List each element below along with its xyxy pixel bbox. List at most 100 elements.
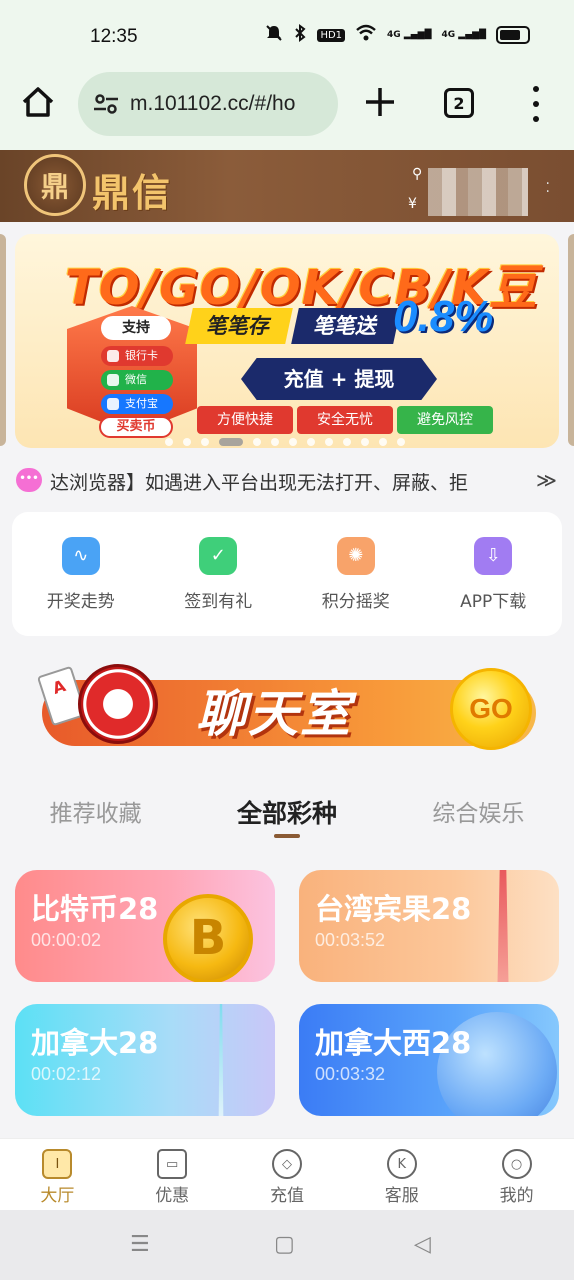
carousel-dot[interactable] — [307, 438, 315, 446]
nav-recharge[interactable]: ◇ 充值 — [230, 1139, 345, 1210]
tab-switcher-button[interactable]: 2 — [444, 88, 474, 118]
carousel-dot[interactable] — [219, 438, 243, 446]
bank-card-pill: 银行卡 — [101, 346, 173, 366]
cn-tower-icon — [218, 1004, 224, 1116]
hd-icon: HD1 — [317, 28, 346, 42]
carousel-dot[interactable] — [289, 438, 297, 446]
menu-lines-icon[interactable]: ☰ — [130, 1232, 150, 1257]
quick-menu-checkin[interactable]: ✓ 签到有礼 — [163, 536, 273, 612]
carousel-dot[interactable] — [165, 438, 173, 446]
banner-next-peek — [568, 234, 574, 446]
nav-lobby[interactable]: I 大厅 — [0, 1139, 115, 1210]
quick-menu-app[interactable]: ⇩ APP下载 — [438, 536, 548, 612]
square-home-icon[interactable]: ▢ — [274, 1232, 295, 1257]
game-name: 加拿大西28 — [315, 1026, 472, 1060]
download-cloud-icon: ⇩ — [474, 536, 513, 575]
ticket-icon: ▭ — [157, 1149, 188, 1179]
double-chevron-right-icon[interactable]: ≫ — [536, 468, 557, 492]
promo-banner[interactable]: TO/GO/OK/CB/K豆 支持 银行卡 微信 支付宝 买卖币 笔笔存 笔笔送… — [15, 234, 559, 448]
game-card-taiwan-bingo28[interactable]: 台湾宾果28 00:03:52 — [299, 870, 559, 982]
quick-menu-lottery[interactable]: ✺ 积分摇奖 — [301, 536, 411, 612]
wifi-icon — [355, 24, 377, 46]
system-nav-bar: ☰ ▢ ◁ — [0, 1210, 574, 1280]
browser-toolbar: m.101102.cc/#/ho 2 — [0, 70, 574, 150]
game-card-canada-west28[interactable]: 加拿大西28 00:03:32 — [299, 1004, 559, 1116]
chat-room-banner[interactable]: A 聊天室 GO — [36, 650, 540, 754]
carousel-dot[interactable] — [397, 438, 405, 446]
game-card-bitcoin28[interactable]: 比特币28 00:00:02 B — [15, 870, 275, 982]
notice-text[interactable]: 达浏览器】如遇进入平台出现无法打开、屏蔽、拒 — [50, 468, 526, 495]
carousel-indicator[interactable] — [165, 438, 405, 446]
home-button[interactable] — [20, 84, 60, 124]
plus-icon — [366, 88, 394, 116]
more-vert-icon — [533, 86, 539, 92]
feature-tag: 安全无忧 — [297, 406, 393, 434]
nav-profile[interactable]: ○ 我的 — [459, 1139, 574, 1210]
profile-icon: ○ — [501, 1149, 532, 1179]
bottom-nav: I 大厅 ▭ 优惠 ◇ 充值 K 客服 ○ 我的 — [0, 1138, 574, 1210]
status-time: 12:35 — [90, 26, 138, 47]
game-countdown: 00:03:32 — [315, 1064, 386, 1084]
carousel-dot[interactable] — [361, 438, 369, 446]
wheel-icon: ✺ — [336, 536, 375, 575]
carousel-dot[interactable] — [183, 438, 191, 446]
quick-menu: ∿ 开奖走势 ✓ 签到有礼 ✺ 积分摇奖 ⇩ APP下载 — [12, 512, 562, 636]
notice-marquee[interactable]: ••• 达浏览器】如遇进入平台出现无法打开、屏蔽、拒 ≫ — [0, 458, 574, 504]
go-button[interactable]: GO — [450, 668, 532, 750]
feature-tag: 避免风控 — [397, 406, 493, 434]
banner-carousel[interactable]: TO/GO/OK/CB/K豆 支持 银行卡 微信 支付宝 买卖币 笔笔存 笔笔送… — [0, 222, 574, 458]
browser-menu-button[interactable] — [526, 86, 546, 122]
nav-support[interactable]: K 客服 — [344, 1139, 459, 1210]
signal-4g-icon: 4G ▂▄▆█ — [441, 30, 486, 40]
chat-room-title: 聊天室 — [196, 685, 352, 743]
url-text[interactable]: m.101102.cc/#/ho — [130, 92, 330, 116]
status-icons: HD1 4G ▂▄▆█ 4G ▂▄▆█ — [265, 24, 530, 46]
net-label: 4G — [387, 30, 401, 40]
carousel-dot[interactable] — [271, 438, 279, 446]
nav-label: 充值 — [269, 1186, 304, 1206]
tab-recommended[interactable]: 推荐收藏 — [0, 788, 191, 848]
nav-label: 我的 — [499, 1186, 534, 1206]
tab-all-lottery[interactable]: 全部彩种 — [191, 788, 382, 848]
bluetooth-icon — [293, 24, 307, 46]
game-name: 台湾宾果28 — [315, 892, 472, 926]
user-info[interactable]: ⚲ ¥ · · — [406, 162, 556, 216]
game-card-canada28[interactable]: 加拿大28 00:02:12 — [15, 1004, 275, 1116]
game-name: 比特币28 — [31, 892, 159, 926]
nav-label: 大厅 — [40, 1186, 75, 1206]
site-settings-icon[interactable] — [92, 90, 120, 118]
more-icon[interactable]: · · — [546, 177, 550, 199]
alipay-pill: 支付宝 — [101, 394, 173, 414]
buy-sell-label: 买卖币 — [99, 416, 173, 438]
game-countdown: 00:03:52 — [315, 930, 386, 950]
banner-prev-peek — [0, 234, 6, 446]
carousel-dot[interactable] — [379, 438, 387, 446]
carousel-dot[interactable] — [253, 438, 261, 446]
taipei-tower-icon — [497, 870, 509, 982]
tab-entertainment[interactable]: 综合娱乐 — [383, 788, 574, 848]
address-bar[interactable]: m.101102.cc/#/ho — [78, 72, 338, 136]
quick-menu-trend[interactable]: ∿ 开奖走势 — [26, 536, 136, 612]
support-label: 支持 — [101, 316, 171, 340]
wechat-pill: 微信 — [101, 370, 173, 390]
recharge-withdraw-label: 充值 + 提现 — [241, 358, 437, 400]
nav-label: 客服 — [384, 1186, 419, 1206]
site-header: 鼎 鼎信 ⚲ ¥ · · — [0, 150, 574, 222]
status-bar: 12:35 HD1 4G ▂▄▆█ 4G ▂▄▆█ — [0, 0, 574, 70]
support-icon: K — [386, 1149, 417, 1179]
carousel-dot[interactable] — [343, 438, 351, 446]
category-tabs: 推荐收藏 全部彩种 综合娱乐 — [0, 788, 574, 848]
site-logo[interactable]: 鼎 — [24, 154, 86, 216]
quick-menu-label: 开奖走势 — [46, 591, 115, 612]
rate-value: 0.8% — [393, 292, 494, 341]
carousel-dot[interactable] — [325, 438, 333, 446]
signal-4g-icon: 4G ▂▄▆█ — [387, 30, 432, 40]
back-triangle-icon[interactable]: ◁ — [414, 1232, 431, 1257]
poker-chip-icon — [78, 664, 158, 744]
net-label: 4G — [441, 30, 456, 40]
carousel-dot[interactable] — [201, 438, 209, 446]
new-tab-button[interactable] — [362, 84, 398, 120]
calendar-check-icon: ✓ — [199, 536, 238, 575]
home-icon — [22, 87, 54, 117]
nav-promotions[interactable]: ▭ 优惠 — [115, 1139, 230, 1210]
